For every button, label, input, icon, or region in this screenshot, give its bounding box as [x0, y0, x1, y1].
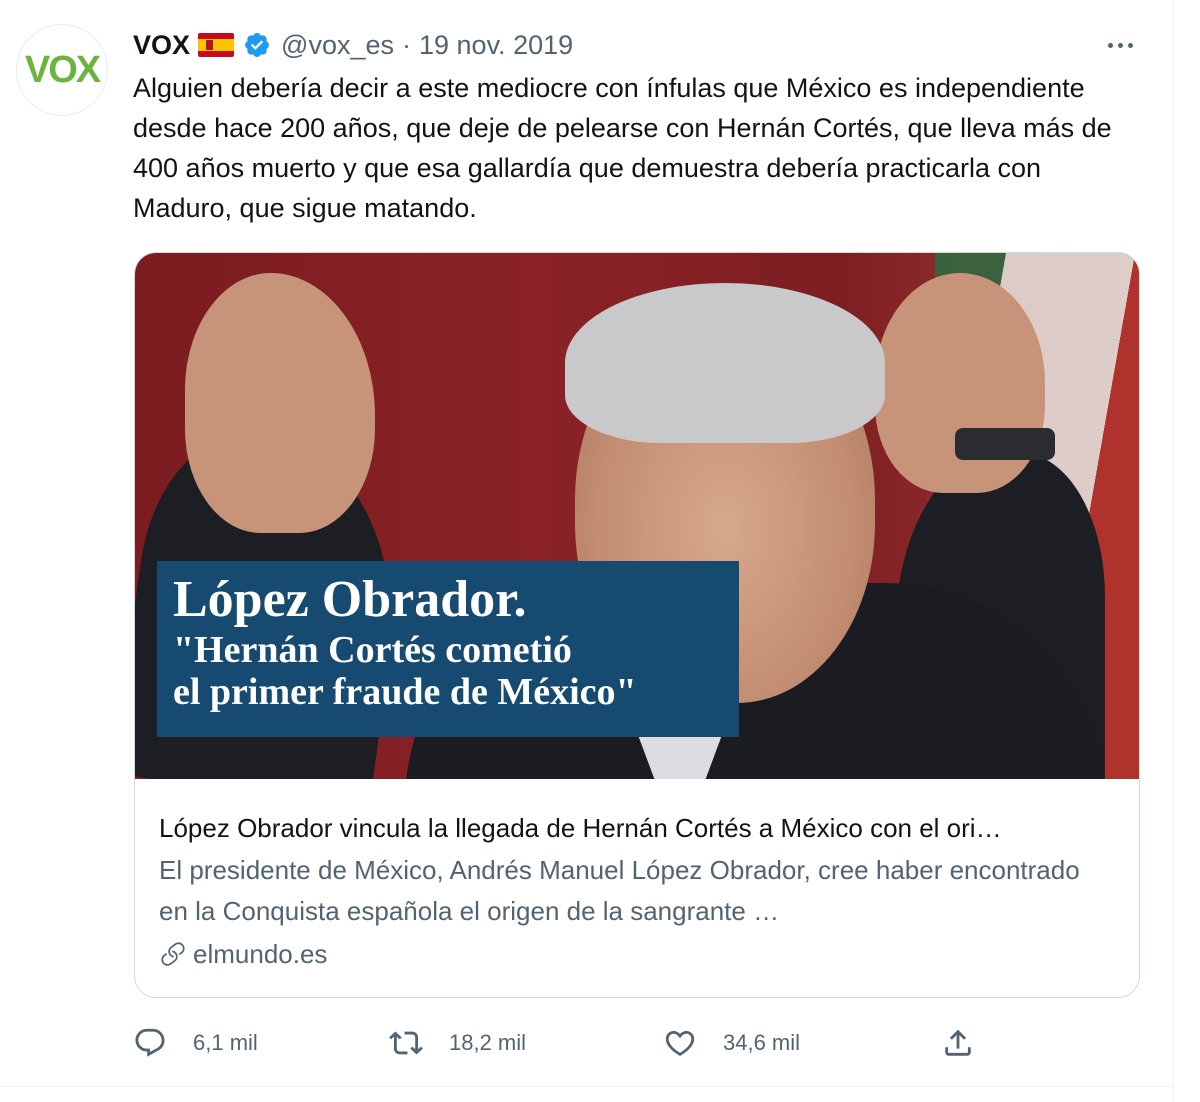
user-handle[interactable]: @vox_es — [281, 30, 394, 61]
card-image[interactable]: López Obrador. "Hernán Cortés cometió el… — [135, 253, 1139, 779]
tweet-text: Alguien debería decir a este mediocre co… — [133, 73, 1112, 223]
more-options-icon[interactable] — [1100, 30, 1140, 60]
image-headline-quote-line1: "Hernán Cortés cometió — [173, 629, 572, 671]
heart-icon — [665, 1030, 695, 1056]
link-icon — [161, 942, 185, 966]
timeline-border — [1173, 0, 1174, 1102]
card-domain: elmundo.es — [159, 933, 1115, 975]
separator-dot: · — [402, 29, 411, 60]
retweet-button[interactable]: 18,2 mil — [389, 1020, 526, 1066]
speaker-hair — [565, 283, 885, 443]
link-card[interactable]: López Obrador. "Hernán Cortés cometió el… — [134, 252, 1140, 998]
image-headline-box: López Obrador. "Hernán Cortés cometió el… — [157, 561, 739, 737]
vox-logo: VOX — [24, 48, 101, 91]
raised-left-hand — [185, 273, 375, 533]
card-domain-text: elmundo.es — [193, 939, 328, 969]
reply-icon — [135, 1028, 165, 1057]
wristwatch — [955, 428, 1055, 460]
tweet[interactable]: VOX VOX @vox_es · 19 nov. 2019 Alguien d… — [0, 0, 1200, 1102]
spain-flag-icon — [198, 33, 235, 57]
tweet-actions: 6,1 mil 18,2 mil 34,6 mil — [133, 1020, 993, 1066]
reply-count: 6,1 mil — [193, 1030, 258, 1055]
like-count: 34,6 mil — [723, 1030, 801, 1055]
card-title: López Obrador vincula la llegada de Hern… — [159, 813, 1002, 843]
image-headline-quote-line2: el primer fraude de México" — [173, 671, 637, 713]
retweet-icon — [389, 1031, 423, 1055]
display-name[interactable]: VOX — [133, 30, 190, 61]
share-button[interactable] — [941, 1020, 975, 1066]
share-icon — [945, 1029, 971, 1056]
image-headline-title: López Obrador. — [173, 571, 527, 628]
retweet-count: 18,2 mil — [449, 1030, 527, 1055]
raised-right-hand — [875, 273, 1045, 493]
tweet-date[interactable]: 19 nov. 2019 — [419, 30, 573, 61]
card-body: López Obrador vincula la llegada de Hern… — [135, 779, 1139, 975]
like-button[interactable]: 34,6 mil — [663, 1020, 800, 1066]
tweet-header: VOX @vox_es · 19 nov. 2019 — [133, 27, 573, 63]
tweet-divider — [0, 1086, 1174, 1087]
verified-badge-icon — [243, 31, 271, 59]
card-description: El presidente de México, Andrés Manuel L… — [159, 855, 1080, 926]
avatar[interactable]: VOX — [16, 24, 108, 116]
reply-button[interactable]: 6,1 mil — [133, 1020, 258, 1066]
